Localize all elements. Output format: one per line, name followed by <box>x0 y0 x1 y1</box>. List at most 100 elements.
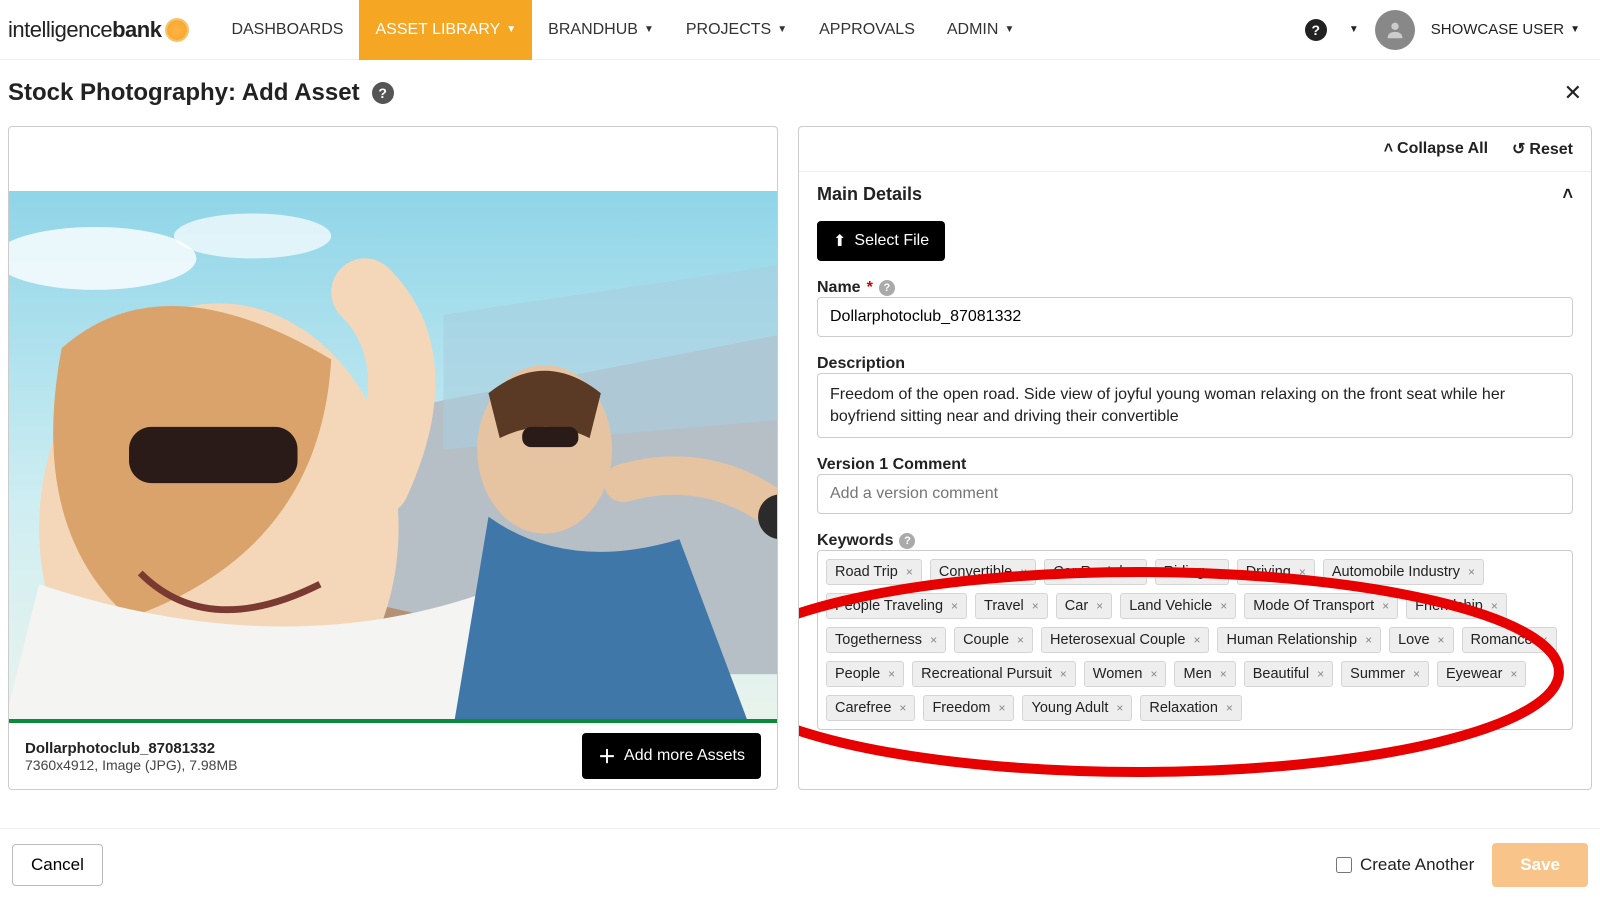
remove-tag-icon[interactable]: × <box>1032 599 1039 613</box>
keyword-tag[interactable]: Heterosexual Couple× <box>1041 627 1209 653</box>
remove-tag-icon[interactable]: × <box>1020 565 1027 579</box>
remove-tag-icon[interactable]: × <box>930 633 937 647</box>
nav-item-approvals[interactable]: APPROVALS <box>803 0 931 60</box>
name-field[interactable] <box>817 297 1573 337</box>
remove-tag-icon[interactable]: × <box>1413 667 1420 681</box>
remove-tag-icon[interactable]: × <box>888 667 895 681</box>
keyword-tag[interactable]: Travel × <box>975 593 1048 619</box>
keyword-tag[interactable]: Driving× <box>1237 559 1315 585</box>
keyword-tag[interactable]: Automobile Industry× <box>1323 559 1484 585</box>
nav-item-dashboards[interactable]: DASHBOARDS <box>215 0 359 60</box>
remove-tag-icon[interactable]: × <box>1317 667 1324 681</box>
remove-tag-icon[interactable]: × <box>1510 667 1517 681</box>
nav-item-asset-library[interactable]: ASSET LIBRARY▼ <box>359 0 532 60</box>
caret-icon: ▼ <box>506 24 516 35</box>
remove-tag-icon[interactable]: × <box>1491 599 1498 613</box>
remove-tag-icon[interactable]: × <box>1017 633 1024 647</box>
remove-tag-icon[interactable]: × <box>899 701 906 715</box>
keyword-tag[interactable]: Togetherness× <box>826 627 946 653</box>
remove-tag-icon[interactable]: × <box>1193 633 1200 647</box>
close-icon[interactable]: ✕ <box>1554 76 1592 110</box>
remove-tag-icon[interactable]: × <box>1541 633 1548 647</box>
remove-tag-icon[interactable]: × <box>1116 701 1123 715</box>
reset-button[interactable]: ↺Reset <box>1512 139 1573 159</box>
remove-tag-icon[interactable]: × <box>1220 667 1227 681</box>
keywords-label: Keywords ? <box>817 532 1573 550</box>
keyword-tag[interactable]: Romance× <box>1462 627 1557 653</box>
keyword-label: Car Rental <box>1053 564 1122 580</box>
select-file-button[interactable]: ⬆ Select File <box>817 221 945 261</box>
keyword-tag[interactable]: People Traveling× <box>826 593 967 619</box>
remove-tag-icon[interactable]: × <box>1438 633 1445 647</box>
remove-tag-icon[interactable]: × <box>1213 565 1220 579</box>
help-icon[interactable]: ? <box>1305 19 1327 41</box>
remove-tag-icon[interactable]: × <box>951 599 958 613</box>
nav-item-admin[interactable]: ADMIN▼ <box>931 0 1030 60</box>
remove-tag-icon[interactable]: × <box>998 701 1005 715</box>
footer-bar: Cancel Create Another Save <box>0 828 1600 900</box>
remove-tag-icon[interactable]: × <box>1226 701 1233 715</box>
keyword-tag[interactable]: People× <box>826 661 904 687</box>
keyword-tag[interactable]: Convertible× <box>930 559 1036 585</box>
keyword-tag[interactable]: Freedom × <box>923 695 1014 721</box>
remove-tag-icon[interactable]: × <box>1096 599 1103 613</box>
keyword-label: Love <box>1398 632 1429 648</box>
asset-preview-image <box>9 191 777 719</box>
avatar[interactable] <box>1375 10 1415 50</box>
remove-tag-icon[interactable]: × <box>1382 599 1389 613</box>
remove-tag-icon[interactable]: × <box>1365 633 1372 647</box>
description-field[interactable]: Freedom of the open road. Side view of j… <box>817 373 1573 438</box>
remove-tag-icon[interactable]: × <box>906 565 913 579</box>
version-comment-field[interactable] <box>817 474 1573 514</box>
keyword-tag[interactable]: Summer× <box>1341 661 1429 687</box>
keyword-label: Travel <box>984 598 1024 614</box>
remove-tag-icon[interactable]: × <box>1150 667 1157 681</box>
form-pane: ˄Collapse All ↺Reset Main Details ˄ ⬆ Se… <box>798 126 1592 790</box>
section-title: Main Details <box>817 184 922 205</box>
keyword-tag[interactable]: Women× <box>1084 661 1167 687</box>
nav-item-brandhub[interactable]: BRANDHUB▼ <box>532 0 670 60</box>
keyword-tag[interactable]: Mode Of Transport× <box>1244 593 1398 619</box>
keyword-tag[interactable]: Love × <box>1389 627 1453 653</box>
remove-tag-icon[interactable]: × <box>1131 565 1138 579</box>
remove-tag-icon[interactable]: × <box>1220 599 1227 613</box>
chevron-up-icon: ˄ <box>1562 184 1573 205</box>
help-icon[interactable]: ? <box>879 280 895 296</box>
remove-tag-icon[interactable]: × <box>1468 565 1475 579</box>
info-icon[interactable]: ? <box>372 82 394 104</box>
keyword-tag[interactable]: Recreational Pursuit × <box>912 661 1076 687</box>
keyword-tag[interactable]: Car× <box>1056 593 1112 619</box>
user-menu[interactable]: SHOWCASE USER ▼ <box>1431 21 1580 38</box>
add-more-assets-button[interactable]: ＋ Add more Assets <box>582 733 761 779</box>
nav-item-projects[interactable]: PROJECTS▼ <box>670 0 803 60</box>
keywords-field[interactable]: Road Trip×Convertible×Car Rental×Riding×… <box>817 550 1573 730</box>
keyword-tag[interactable]: Men × <box>1174 661 1235 687</box>
cancel-button[interactable]: Cancel <box>12 844 103 886</box>
keyword-tag[interactable]: Friendship× <box>1406 593 1507 619</box>
keyword-tag[interactable]: Road Trip× <box>826 559 922 585</box>
keyword-tag[interactable]: Relaxation× <box>1140 695 1242 721</box>
caret-icon: ▼ <box>1004 24 1014 35</box>
keyword-tag[interactable]: Eyewear × <box>1437 661 1526 687</box>
remove-tag-icon[interactable]: × <box>1060 667 1067 681</box>
create-another-option[interactable]: Create Another <box>1336 855 1474 875</box>
save-button[interactable]: Save <box>1492 843 1588 887</box>
keyword-tag[interactable]: Carefree× <box>826 695 915 721</box>
remove-tag-icon[interactable]: × <box>1299 565 1306 579</box>
keyword-label: Eyewear <box>1446 666 1502 682</box>
help-caret-icon[interactable]: ▼ <box>1349 24 1359 35</box>
collapse-all-button[interactable]: ˄Collapse All <box>1384 140 1488 158</box>
keyword-tag[interactable]: Riding× <box>1155 559 1229 585</box>
section-header-main-details[interactable]: Main Details ˄ <box>799 172 1591 217</box>
keyword-tag[interactable]: Couple× <box>954 627 1033 653</box>
keyword-tag[interactable]: Young Adult× <box>1022 695 1132 721</box>
keyword-label: Freedom <box>932 700 990 716</box>
keyword-label: Men <box>1183 666 1211 682</box>
create-another-checkbox[interactable] <box>1336 857 1352 873</box>
keyword-label: Recreational Pursuit <box>921 666 1052 682</box>
help-icon[interactable]: ? <box>899 533 915 549</box>
keyword-tag[interactable]: Beautiful× <box>1244 661 1333 687</box>
keyword-tag[interactable]: Car Rental × <box>1044 559 1146 585</box>
keyword-tag[interactable]: Land Vehicle× <box>1120 593 1236 619</box>
keyword-tag[interactable]: Human Relationship× <box>1217 627 1381 653</box>
